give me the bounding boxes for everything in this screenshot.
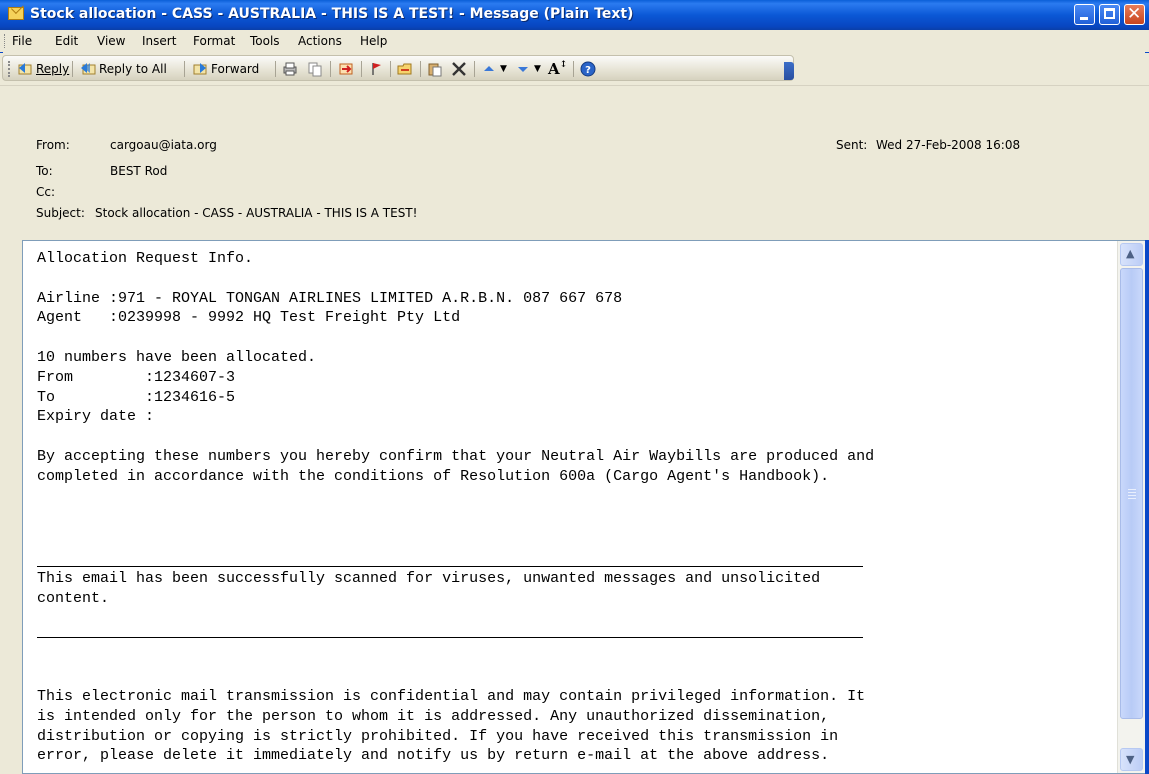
- menu-grip[interactable]: [4, 34, 7, 48]
- forward-label: Forward: [211, 62, 260, 76]
- maximize-icon: [1104, 8, 1115, 19]
- message-body[interactable]: Allocation Request Info. Airline :971 - …: [22, 240, 1145, 774]
- envelope-icon: [8, 7, 24, 20]
- vertical-scrollbar[interactable]: ▲ ▼: [1117, 241, 1145, 773]
- reply-all-icon: [81, 63, 96, 75]
- minimize-button[interactable]: [1074, 4, 1095, 25]
- chevron-down-icon[interactable]: ▼: [534, 64, 541, 74]
- sent-label: Sent:: [836, 138, 868, 152]
- toolbar-separator: [474, 61, 475, 77]
- print-button[interactable]: [282, 60, 298, 78]
- menu-actions[interactable]: Actions: [298, 34, 342, 48]
- open-folder-icon: [397, 63, 412, 75]
- font-size-button[interactable]: A↕: [548, 60, 567, 78]
- reply-button[interactable]: Reply: [17, 60, 69, 78]
- menu-bar: File Edit View Insert Format Tools Actio…: [0, 30, 1149, 52]
- open-folder-button[interactable]: [397, 60, 413, 78]
- copy-button[interactable]: [307, 60, 323, 78]
- message-window: Stock allocation - CASS - AUSTRALIA - TH…: [0, 0, 1149, 774]
- previous-item-icon: [484, 66, 494, 71]
- toolbar-separator: [390, 61, 391, 77]
- paste-button[interactable]: [427, 60, 443, 78]
- window-title: Stock allocation - CASS - AUSTRALIA - TH…: [30, 6, 634, 22]
- reply-all-label: Reply to All: [99, 62, 167, 76]
- toolbar-options-button[interactable]: [784, 62, 794, 80]
- chevron-down-icon: ▼: [1126, 753, 1135, 766]
- font-size-icon: A↕: [548, 60, 568, 78]
- subject-value: Stock allocation - CASS - AUSTRALIA - TH…: [95, 206, 418, 220]
- toolbar-separator: [330, 61, 331, 77]
- left-margin: [0, 240, 22, 774]
- toolbar-grip[interactable]: [8, 61, 13, 77]
- divider-line: [37, 637, 863, 638]
- toolbar: Reply Reply to All Forward ▼ ▼ A↕ ?: [0, 53, 1149, 86]
- paste-icon: [428, 63, 442, 77]
- close-icon: ✕: [1127, 4, 1142, 24]
- cc-label: Cc:: [36, 185, 56, 199]
- chevron-up-icon: ▲: [1126, 247, 1135, 260]
- toolbar-separator: [275, 61, 276, 77]
- title-bar[interactable]: Stock allocation - CASS - AUSTRALIA - TH…: [0, 0, 1149, 30]
- from-label: From:: [36, 138, 70, 152]
- flag-button[interactable]: [368, 60, 384, 78]
- menu-format[interactable]: Format: [193, 34, 235, 48]
- copy-icon: [308, 62, 322, 77]
- divider-line: [37, 566, 863, 567]
- from-value[interactable]: cargoau@iata.org: [110, 138, 217, 152]
- menu-file[interactable]: File: [12, 34, 32, 48]
- message-text-scan-notice: This email has been successfully scanned…: [37, 570, 821, 607]
- menu-help[interactable]: Help: [360, 34, 387, 48]
- toolbar-separator: [573, 61, 574, 77]
- next-item-button[interactable]: ▼: [515, 60, 541, 78]
- delete-button[interactable]: [451, 60, 467, 78]
- scroll-up-button[interactable]: ▲: [1120, 243, 1143, 266]
- message-text-confidentiality: This electronic mail transmission is con…: [37, 688, 866, 765]
- previous-item-button[interactable]: ▼: [481, 60, 507, 78]
- flag-icon: [372, 63, 381, 75]
- to-value[interactable]: BEST Rod: [110, 164, 167, 178]
- forward-icon: [193, 63, 207, 75]
- sent-value: Wed 27-Feb-2008 16:08: [876, 138, 1021, 152]
- menu-insert[interactable]: Insert: [142, 34, 176, 48]
- reply-label: Reply: [36, 62, 70, 76]
- to-label: To:: [36, 164, 53, 178]
- help-icon: ?: [580, 61, 596, 77]
- close-button[interactable]: ✕: [1124, 4, 1145, 25]
- move-to-folder-button[interactable]: [338, 60, 354, 78]
- chevron-down-icon[interactable]: ▼: [500, 64, 507, 74]
- forward-button[interactable]: Forward: [192, 60, 259, 78]
- toolbar-separator: [184, 61, 185, 77]
- standard-toolstrip: Reply Reply to All Forward ▼ ▼ A↕ ?: [2, 55, 794, 81]
- svg-text:?: ?: [585, 65, 591, 76]
- menu-tools[interactable]: Tools: [250, 34, 280, 48]
- toolbar-separator: [72, 61, 73, 77]
- toolbar-separator: [420, 61, 421, 77]
- next-item-icon: [518, 67, 528, 72]
- scroll-down-button[interactable]: ▼: [1120, 748, 1143, 771]
- menu-view[interactable]: View: [97, 34, 125, 48]
- reply-all-button[interactable]: Reply to All: [80, 60, 167, 78]
- reply-icon: [18, 63, 32, 75]
- scroll-thumb[interactable]: [1120, 268, 1143, 719]
- message-header: From: cargoau@iata.org Sent: Wed 27-Feb-…: [0, 86, 1149, 240]
- maximize-button[interactable]: [1099, 4, 1120, 25]
- toolbar-separator: [361, 61, 362, 77]
- delete-icon: [452, 62, 466, 76]
- menu-edit[interactable]: Edit: [55, 34, 78, 48]
- print-icon: [283, 62, 297, 76]
- minimize-icon: [1080, 17, 1088, 20]
- message-text-main: Allocation Request Info. Airline :971 - …: [37, 250, 875, 485]
- help-button[interactable]: ?: [580, 60, 596, 78]
- move-to-folder-icon: [339, 63, 353, 75]
- subject-label: Subject:: [36, 206, 85, 220]
